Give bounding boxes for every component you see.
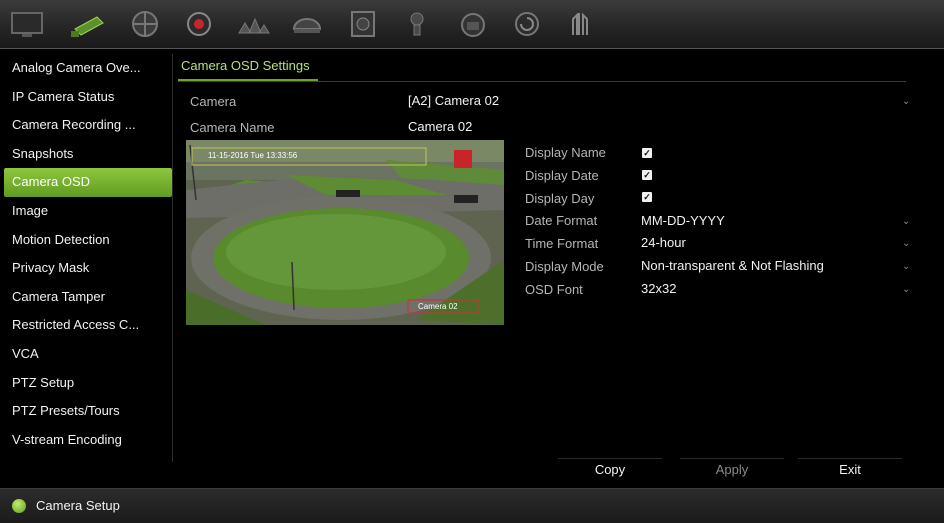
exit-button[interactable]: Exit [798, 458, 902, 481]
record-icon[interactable] [178, 6, 220, 42]
network-icon[interactable] [124, 6, 166, 42]
storage-icon[interactable] [342, 6, 384, 42]
sidebar-item-restricted-access-c[interactable]: Restricted Access C... [4, 311, 172, 340]
camera-icon[interactable] [68, 6, 110, 42]
camera-label: Camera [190, 94, 237, 109]
camera-select[interactable]: [A2] Camera 02 [408, 93, 499, 108]
display-day-checkbox[interactable]: ✓ [642, 192, 652, 202]
date-format-label: Date Format [525, 213, 598, 228]
sidebar-item-ptz-presets-tours[interactable]: PTZ Presets/Tours [4, 397, 172, 426]
preview-scene [186, 140, 504, 325]
camera-select-chevron-icon[interactable]: ⌄ [902, 96, 910, 107]
sidebar-menu: Analog Camera Ove... IP Camera Status Came… [0, 54, 172, 454]
status-bar: Camera Setup [0, 488, 944, 523]
sidebar-item-motion-detection[interactable]: Motion Detection [4, 226, 172, 255]
display-mode-label: Display Mode [525, 259, 604, 274]
copy-button[interactable]: Copy [558, 458, 662, 481]
date-format-select[interactable]: MM-DD-YYYY [641, 213, 725, 228]
display-name-checkbox[interactable]: ✓ [642, 148, 652, 158]
shutdown-icon[interactable] [560, 6, 602, 42]
tab-divider [178, 81, 906, 82]
display-date-checkbox[interactable]: ✓ [642, 170, 652, 180]
monitor-icon[interactable] [6, 6, 48, 42]
sidebar-item-privacy-mask[interactable]: Privacy Mask [4, 254, 172, 283]
user-icon[interactable] [396, 6, 438, 42]
sidebar-item-camera-recording[interactable]: Camera Recording ... [4, 111, 172, 140]
display-mode-select[interactable]: Non-transparent & Not Flashing [641, 258, 824, 273]
sidebar-item-image[interactable]: Image [4, 197, 172, 226]
apply-button[interactable]: Apply [680, 458, 784, 481]
sidebar-item-ip-camera-status[interactable]: IP Camera Status [4, 83, 172, 112]
time-format-select[interactable]: 24-hour [641, 235, 686, 250]
camera-preview[interactable]: 11-15-2016 Tue 13:33:56 Camera 02 [186, 140, 504, 325]
display-day-label: Display Day [525, 191, 595, 206]
top-toolbar [0, 0, 944, 49]
preview-name-overlay: Camera 02 [418, 302, 458, 311]
sidebar-item-analog-camera-ove[interactable]: Analog Camera Ove... [4, 54, 172, 83]
time-format-label: Time Format [525, 236, 599, 251]
osd-font-select[interactable]: 32x32 [641, 281, 676, 296]
sidebar-item-ptz-setup[interactable]: PTZ Setup [4, 369, 172, 398]
sidebar-divider [172, 54, 173, 462]
display-date-label: Display Date [525, 168, 599, 183]
preview-timestamp-overlay: 11-15-2016 Tue 13:33:56 [208, 151, 298, 160]
alarm-icon[interactable] [232, 6, 274, 42]
date-format-chevron-icon[interactable]: ⌄ [902, 216, 910, 227]
sidebar-item-vca[interactable]: VCA [4, 340, 172, 369]
camera-name-field[interactable]: Camera 02 [408, 119, 472, 134]
time-format-chevron-icon[interactable]: ⌄ [902, 238, 910, 249]
tab-camera-osd-settings[interactable]: Camera OSD Settings [181, 58, 310, 73]
camera-setup-status-icon [12, 499, 26, 513]
system-icon[interactable] [452, 6, 494, 42]
osd-font-label: OSD Font [525, 282, 583, 297]
backup-icon[interactable] [506, 6, 548, 42]
status-text: Camera Setup [36, 498, 120, 513]
hdd-icon[interactable] [286, 6, 328, 42]
sidebar-item-camera-tamper[interactable]: Camera Tamper [4, 283, 172, 312]
sidebar-item-camera-osd[interactable]: Camera OSD [4, 168, 172, 197]
osd-font-chevron-icon[interactable]: ⌄ [902, 284, 910, 295]
display-name-label: Display Name [525, 145, 606, 160]
display-mode-chevron-icon[interactable]: ⌄ [902, 261, 910, 272]
sidebar-item-v-stream-encoding[interactable]: V-stream Encoding [4, 426, 172, 455]
sidebar-item-snapshots[interactable]: Snapshots [4, 140, 172, 169]
camera-name-label: Camera Name [190, 120, 275, 135]
